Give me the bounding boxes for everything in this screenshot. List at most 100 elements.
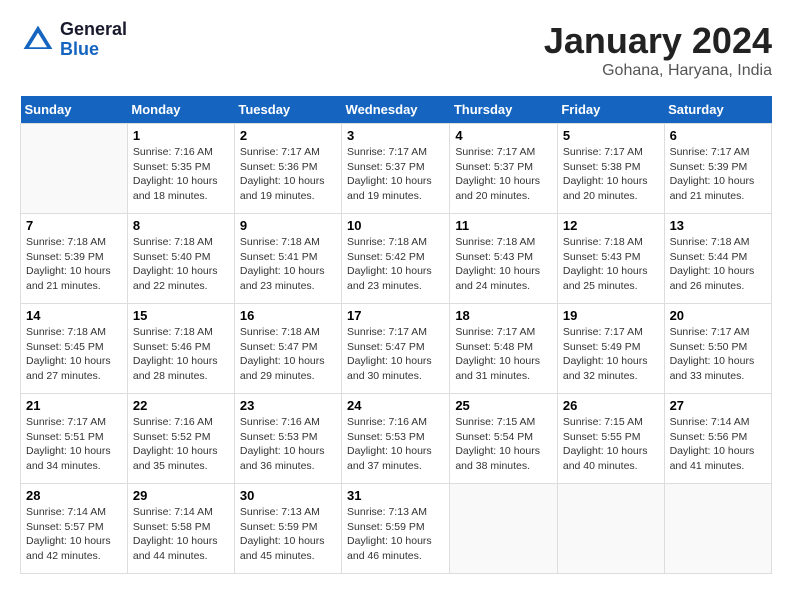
calendar-body: 1Sunrise: 7:16 AM Sunset: 5:35 PM Daylig…: [21, 124, 772, 574]
day-cell: 5 Sunrise: 7:17 AM Sunset: 5:38 PM Daylig…: [557, 124, 664, 214]
day-info: Sunrise: 7:15 AM Sunset: 5:55 PM Dayligh…: [563, 415, 659, 474]
day-number: 24: [347, 398, 444, 413]
day-cell: 14 Sunrise: 7:18 AM Sunset: 5:45 PM Dayli…: [21, 304, 128, 394]
day-info: Sunrise: 7:17 AM Sunset: 5:37 PM Dayligh…: [455, 145, 552, 204]
day-cell: 17Sunrise: 7:17 AM Sunset: 5:47 PM Dayli…: [342, 304, 450, 394]
day-info: Sunrise: 7:16 AM Sunset: 5:52 PM Dayligh…: [133, 415, 229, 474]
day-info: Sunrise: 7:13 AM Sunset: 5:59 PM Dayligh…: [347, 505, 444, 564]
day-info: Sunrise: 7:18 AM Sunset: 5:42 PM Dayligh…: [347, 235, 444, 294]
day-cell: 12Sunrise: 7:18 AM Sunset: 5:43 PM Dayli…: [557, 214, 664, 304]
day-info: Sunrise: 7:17 AM Sunset: 5:49 PM Dayligh…: [563, 325, 659, 384]
day-number: 19: [563, 308, 659, 323]
day-number: 23: [240, 398, 336, 413]
day-number: 16: [240, 308, 336, 323]
day-number: 28: [26, 488, 122, 503]
day-cell: 10 Sunrise: 7:18 AM Sunset: 5:42 PM Dayli…: [342, 214, 450, 304]
logo-general-text: General: [60, 20, 127, 40]
day-info: Sunrise: 7:14 AM Sunset: 5:56 PM Dayligh…: [670, 415, 766, 474]
logo-icon: [20, 22, 56, 58]
day-cell: 19 Sunrise: 7:17 AM Sunset: 5:49 PM Dayli…: [557, 304, 664, 394]
day-info: Sunrise: 7:17 AM Sunset: 5:51 PM Dayligh…: [26, 415, 122, 474]
header-cell-saturday: Saturday: [664, 96, 771, 124]
day-cell: 20 Sunrise: 7:17 AM Sunset: 5:50 PM Dayli…: [664, 304, 771, 394]
day-number: 4: [455, 128, 552, 143]
day-number: 30: [240, 488, 336, 503]
day-number: 1: [133, 128, 229, 143]
day-cell: [450, 484, 558, 574]
day-info: Sunrise: 7:15 AM Sunset: 5:54 PM Dayligh…: [455, 415, 552, 474]
month-title: January 2024: [544, 20, 772, 62]
day-number: 20: [670, 308, 766, 323]
day-cell: 16 Sunrise: 7:18 AM Sunset: 5:47 PM Dayli…: [234, 304, 341, 394]
day-cell: 2 Sunrise: 7:17 AM Sunset: 5:36 PM Daylig…: [234, 124, 341, 214]
day-cell: 9 Sunrise: 7:18 AM Sunset: 5:41 PM Daylig…: [234, 214, 341, 304]
day-number: 27: [670, 398, 766, 413]
day-info: Sunrise: 7:18 AM Sunset: 5:47 PM Dayligh…: [240, 325, 336, 384]
day-cell: 4 Sunrise: 7:17 AM Sunset: 5:37 PM Daylig…: [450, 124, 558, 214]
day-number: 26: [563, 398, 659, 413]
header-cell-tuesday: Tuesday: [234, 96, 341, 124]
day-cell: 8 Sunrise: 7:18 AM Sunset: 5:40 PM Daylig…: [127, 214, 234, 304]
day-number: 2: [240, 128, 336, 143]
day-cell: 29Sunrise: 7:14 AM Sunset: 5:58 PM Dayli…: [127, 484, 234, 574]
day-number: 5: [563, 128, 659, 143]
week-row-5: 28 Sunrise: 7:14 AM Sunset: 5:57 PM Dayli…: [21, 484, 772, 574]
day-number: 3: [347, 128, 444, 143]
day-cell: 22 Sunrise: 7:16 AM Sunset: 5:52 PM Dayli…: [127, 394, 234, 484]
day-info: Sunrise: 7:18 AM Sunset: 5:39 PM Dayligh…: [26, 235, 122, 294]
day-number: 15: [133, 308, 229, 323]
week-row-3: 14 Sunrise: 7:18 AM Sunset: 5:45 PM Dayli…: [21, 304, 772, 394]
day-info: Sunrise: 7:17 AM Sunset: 5:37 PM Dayligh…: [347, 145, 444, 204]
day-number: 21: [26, 398, 122, 413]
day-number: 10: [347, 218, 444, 233]
day-cell: 11Sunrise: 7:18 AM Sunset: 5:43 PM Dayli…: [450, 214, 558, 304]
day-cell: 13 Sunrise: 7:18 AM Sunset: 5:44 PM Dayli…: [664, 214, 771, 304]
logo-blue-text: Blue: [60, 40, 127, 60]
logo: General Blue: [20, 20, 127, 60]
day-cell: [21, 124, 128, 214]
day-cell: 28 Sunrise: 7:14 AM Sunset: 5:57 PM Dayli…: [21, 484, 128, 574]
logo-text: General Blue: [60, 20, 127, 60]
day-number: 6: [670, 128, 766, 143]
location: Gohana, Haryana, India: [544, 62, 772, 80]
day-info: Sunrise: 7:17 AM Sunset: 5:48 PM Dayligh…: [455, 325, 552, 384]
day-info: Sunrise: 7:17 AM Sunset: 5:50 PM Dayligh…: [670, 325, 766, 384]
day-number: 31: [347, 488, 444, 503]
day-cell: [557, 484, 664, 574]
header-cell-friday: Friday: [557, 96, 664, 124]
title-area: January 2024 Gohana, Haryana, India: [544, 20, 772, 80]
day-cell: 27 Sunrise: 7:14 AM Sunset: 5:56 PM Dayli…: [664, 394, 771, 484]
day-cell: 6 Sunrise: 7:17 AM Sunset: 5:39 PM Daylig…: [664, 124, 771, 214]
day-number: 9: [240, 218, 336, 233]
day-info: Sunrise: 7:17 AM Sunset: 5:36 PM Dayligh…: [240, 145, 336, 204]
day-info: Sunrise: 7:17 AM Sunset: 5:38 PM Dayligh…: [563, 145, 659, 204]
day-cell: 3 Sunrise: 7:17 AM Sunset: 5:37 PM Daylig…: [342, 124, 450, 214]
day-number: 8: [133, 218, 229, 233]
day-info: Sunrise: 7:16 AM Sunset: 5:53 PM Dayligh…: [347, 415, 444, 474]
day-cell: 26 Sunrise: 7:15 AM Sunset: 5:55 PM Dayli…: [557, 394, 664, 484]
day-cell: 30 Sunrise: 7:13 AM Sunset: 5:59 PM Dayli…: [234, 484, 341, 574]
day-info: Sunrise: 7:18 AM Sunset: 5:43 PM Dayligh…: [455, 235, 552, 294]
day-info: Sunrise: 7:14 AM Sunset: 5:58 PM Dayligh…: [133, 505, 229, 564]
day-info: Sunrise: 7:14 AM Sunset: 5:57 PM Dayligh…: [26, 505, 122, 564]
day-number: 22: [133, 398, 229, 413]
day-number: 18: [455, 308, 552, 323]
day-number: 14: [26, 308, 122, 323]
day-info: Sunrise: 7:13 AM Sunset: 5:59 PM Dayligh…: [240, 505, 336, 564]
day-info: Sunrise: 7:18 AM Sunset: 5:44 PM Dayligh…: [670, 235, 766, 294]
day-info: Sunrise: 7:18 AM Sunset: 5:45 PM Dayligh…: [26, 325, 122, 384]
day-cell: 24 Sunrise: 7:16 AM Sunset: 5:53 PM Dayli…: [342, 394, 450, 484]
day-info: Sunrise: 7:17 AM Sunset: 5:47 PM Dayligh…: [347, 325, 444, 384]
day-info: Sunrise: 7:18 AM Sunset: 5:40 PM Dayligh…: [133, 235, 229, 294]
day-info: Sunrise: 7:18 AM Sunset: 5:41 PM Dayligh…: [240, 235, 336, 294]
day-cell: 21 Sunrise: 7:17 AM Sunset: 5:51 PM Dayli…: [21, 394, 128, 484]
day-number: 25: [455, 398, 552, 413]
day-cell: 31 Sunrise: 7:13 AM Sunset: 5:59 PM Dayli…: [342, 484, 450, 574]
week-row-1: 1Sunrise: 7:16 AM Sunset: 5:35 PM Daylig…: [21, 124, 772, 214]
week-row-4: 21 Sunrise: 7:17 AM Sunset: 5:51 PM Dayli…: [21, 394, 772, 484]
day-info: Sunrise: 7:17 AM Sunset: 5:39 PM Dayligh…: [670, 145, 766, 204]
day-cell: 18 Sunrise: 7:17 AM Sunset: 5:48 PM Dayli…: [450, 304, 558, 394]
calendar-table: SundayMondayTuesdayWednesdayThursdayFrid…: [20, 96, 772, 574]
day-number: 13: [670, 218, 766, 233]
day-cell: [664, 484, 771, 574]
